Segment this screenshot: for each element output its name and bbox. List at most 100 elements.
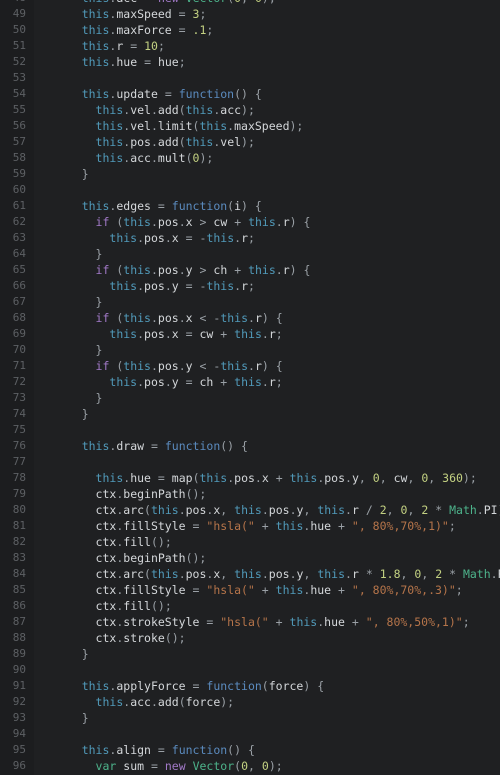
code-text[interactable]: this.pos.x = -this.r; (34, 230, 255, 246)
code-line[interactable]: 63 this.pos.x = -this.r; (0, 230, 500, 246)
code-text[interactable]: ctx.fillStyle = "hsla(" + this.hue + ", … (34, 582, 463, 598)
code-line[interactable]: 55 this.vel.add(this.acc); (0, 102, 500, 118)
code-line[interactable]: 59 } (0, 166, 500, 182)
code-text[interactable]: this.edges = function(i) { (34, 198, 262, 214)
code-text[interactable]: this.maxForce = .1; (34, 22, 214, 38)
code-text[interactable]: ctx.beginPath(); (34, 486, 207, 502)
code-line[interactable]: 94 (0, 726, 500, 742)
code-text[interactable]: ctx.arc(this.pos.x, this.pos.y, this.r *… (34, 566, 500, 582)
code-text[interactable]: } (34, 246, 103, 262)
code-line[interactable]: 54 this.update = function() { (0, 86, 500, 102)
code-text[interactable]: ctx.fillStyle = "hsla(" + this.hue + ", … (34, 518, 456, 534)
code-line[interactable]: 49 this.maxSpeed = 3; (0, 6, 500, 22)
code-line[interactable]: 61 this.edges = function(i) { (0, 198, 500, 214)
code-text[interactable]: ctx.strokeStyle = "hsla(" + this.hue + "… (34, 614, 470, 630)
code-text[interactable]: } (34, 406, 89, 422)
line-number: 76 (0, 438, 34, 454)
code-text[interactable]: this.applyForce = function(force) { (34, 678, 324, 694)
code-text[interactable]: ctx.fill(); (34, 598, 172, 614)
code-text[interactable]: ctx.arc(this.pos.x, this.pos.y, this.r /… (34, 502, 500, 518)
code-line[interactable]: 73 } (0, 390, 500, 406)
code-line[interactable]: 53 (0, 70, 500, 86)
code-line[interactable]: 67 } (0, 294, 500, 310)
code-line[interactable]: 81 ctx.fillStyle = "hsla(" + this.hue + … (0, 518, 500, 534)
code-line[interactable]: 79 ctx.beginPath(); (0, 486, 500, 502)
code-line[interactable]: 50 this.maxForce = .1; (0, 22, 500, 38)
line-number: 88 (0, 630, 34, 646)
code-line[interactable]: 84 ctx.arc(this.pos.x, this.pos.y, this.… (0, 566, 500, 582)
code-text[interactable]: this.acc.add(force); (34, 694, 235, 710)
code-line[interactable]: 56 this.vel.limit(this.maxSpeed); (0, 118, 500, 134)
code-text[interactable]: } (34, 294, 103, 310)
code-text[interactable]: if (this.pos.x > cw + this.r) { (34, 214, 311, 230)
code-line[interactable]: 70 } (0, 342, 500, 358)
code-line[interactable]: 77 (0, 454, 500, 470)
code-line[interactable]: 58 this.acc.mult(0); (0, 150, 500, 166)
line-number: 96 (0, 758, 34, 774)
line-number: 91 (0, 678, 34, 694)
code-line[interactable]: 69 this.pos.x = cw + this.r; (0, 326, 500, 342)
code-line[interactable]: 88 ctx.stroke(); (0, 630, 500, 646)
code-line[interactable]: 78 this.hue = map(this.pos.x + this.pos.… (0, 470, 500, 486)
code-line[interactable]: 96 var sum = new Vector(0, 0); (0, 758, 500, 774)
code-text[interactable]: } (34, 646, 89, 662)
code-text[interactable]: this.r = 10; (34, 38, 165, 54)
code-editor[interactable]: 48 this.acc = new Vector(0, 0);49 this.m… (0, 0, 500, 775)
code-line[interactable]: 91 this.applyForce = function(force) { (0, 678, 500, 694)
code-text[interactable]: this.pos.add(this.vel); (34, 134, 255, 150)
code-scroll-area[interactable]: 48 this.acc = new Vector(0, 0);49 this.m… (0, 0, 500, 775)
code-line[interactable]: 76 this.draw = function() { (0, 438, 500, 454)
code-text[interactable]: } (34, 342, 103, 358)
code-line[interactable]: 74 } (0, 406, 500, 422)
line-number: 61 (0, 198, 34, 214)
code-text[interactable]: if (this.pos.y < -this.r) { (34, 358, 283, 374)
code-text[interactable]: this.draw = function() { (34, 438, 248, 454)
code-text[interactable]: ctx.stroke(); (34, 630, 186, 646)
code-text[interactable]: ctx.fill(); (34, 534, 172, 550)
code-line[interactable]: 86 ctx.fill(); (0, 598, 500, 614)
code-text[interactable]: this.pos.y = -this.r; (34, 278, 255, 294)
code-text[interactable]: this.hue = hue; (34, 54, 186, 70)
line-number: 67 (0, 294, 34, 310)
code-line[interactable]: 52 this.hue = hue; (0, 54, 500, 70)
code-text[interactable]: } (34, 710, 89, 726)
code-text[interactable]: } (34, 390, 103, 406)
code-line[interactable]: 62 if (this.pos.x > cw + this.r) { (0, 214, 500, 230)
code-text[interactable]: this.update = function() { (34, 86, 262, 102)
code-text[interactable]: ctx.beginPath(); (34, 550, 207, 566)
code-line[interactable]: 89 } (0, 646, 500, 662)
code-line[interactable]: 90 (0, 662, 500, 678)
code-line[interactable]: 60 (0, 182, 500, 198)
code-text[interactable]: this.acc.mult(0); (34, 150, 214, 166)
code-text[interactable]: if (this.pos.x < -this.r) { (34, 310, 283, 326)
code-line[interactable]: 68 if (this.pos.x < -this.r) { (0, 310, 500, 326)
code-line[interactable]: 80 ctx.arc(this.pos.x, this.pos.y, this.… (0, 502, 500, 518)
code-text[interactable]: this.pos.x = cw + this.r; (34, 326, 282, 342)
line-number: 62 (0, 214, 34, 230)
code-line[interactable]: 95 this.align = function() { (0, 742, 500, 758)
code-line[interactable]: 92 this.acc.add(force); (0, 694, 500, 710)
code-text[interactable]: this.pos.y = ch + this.r; (34, 374, 282, 390)
code-line[interactable]: 83 ctx.beginPath(); (0, 550, 500, 566)
code-line[interactable]: 71 if (this.pos.y < -this.r) { (0, 358, 500, 374)
code-text[interactable]: this.hue = map(this.pos.x + this.pos.y, … (34, 470, 477, 486)
code-text[interactable]: this.vel.limit(this.maxSpeed); (34, 118, 304, 134)
code-text[interactable]: this.maxSpeed = 3; (34, 6, 207, 22)
code-line[interactable]: 64 } (0, 246, 500, 262)
code-text[interactable]: this.align = function() { (34, 742, 255, 758)
code-line[interactable]: 93 } (0, 710, 500, 726)
code-line[interactable]: 87 ctx.strokeStyle = "hsla(" + this.hue … (0, 614, 500, 630)
code-line[interactable]: 82 ctx.fill(); (0, 534, 500, 550)
code-line[interactable]: 65 if (this.pos.y > ch + this.r) { (0, 262, 500, 278)
code-line[interactable]: 51 this.r = 10; (0, 38, 500, 54)
code-text[interactable]: var sum = new Vector(0, 0); (34, 758, 283, 774)
code-line[interactable]: 57 this.pos.add(this.vel); (0, 134, 500, 150)
code-line[interactable]: 66 this.pos.y = -this.r; (0, 278, 500, 294)
code-line[interactable]: 85 ctx.fillStyle = "hsla(" + this.hue + … (0, 582, 500, 598)
code-text[interactable]: if (this.pos.y > ch + this.r) { (34, 262, 311, 278)
line-number: 95 (0, 742, 34, 758)
code-line[interactable]: 72 this.pos.y = ch + this.r; (0, 374, 500, 390)
code-text[interactable]: } (34, 166, 89, 182)
code-text[interactable]: this.vel.add(this.acc); (34, 102, 255, 118)
code-line[interactable]: 75 (0, 422, 500, 438)
